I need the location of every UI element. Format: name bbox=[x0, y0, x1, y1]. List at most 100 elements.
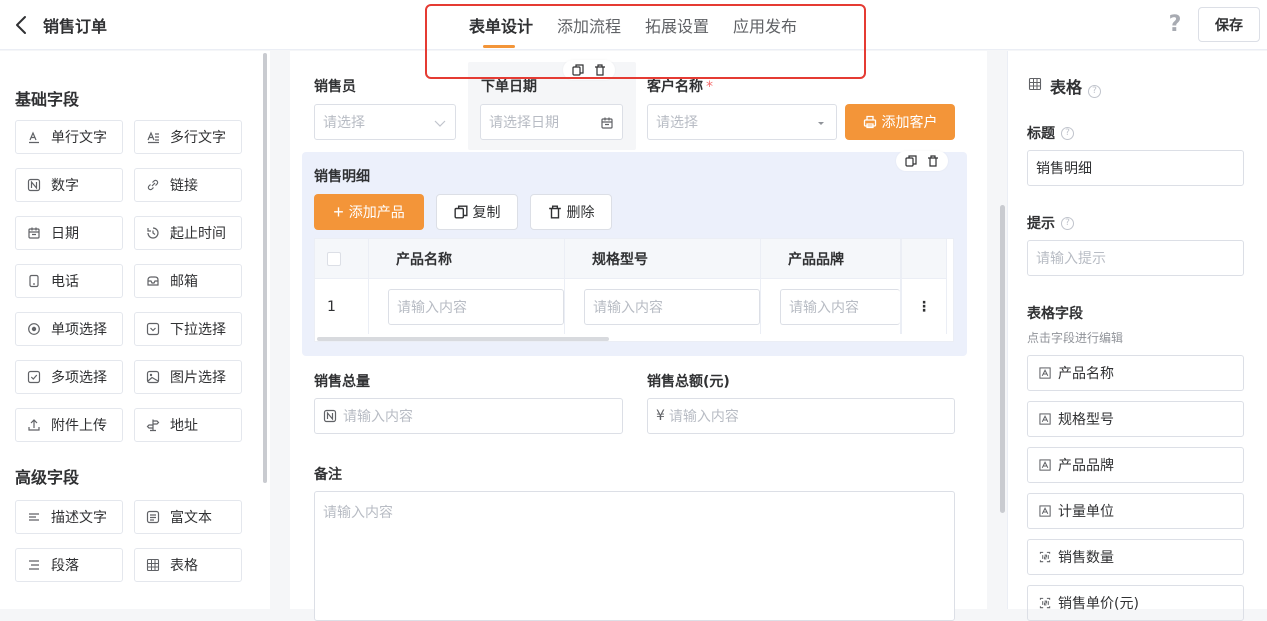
remark-textarea[interactable]: 请输入内容 bbox=[314, 491, 955, 621]
table-column-item[interactable]: 销售单价(元) bbox=[1027, 585, 1244, 621]
help-circle-icon[interactable]: ? bbox=[1061, 216, 1074, 230]
palette-item[interactable]: 数字 bbox=[15, 168, 123, 202]
palette-item[interactable]: 段落 bbox=[15, 548, 123, 582]
salesperson-select[interactable]: 请选择 bbox=[314, 104, 456, 140]
customer-select[interactable]: 请选择 bbox=[647, 104, 837, 140]
column-item-label: 规格型号 bbox=[1058, 412, 1114, 428]
palette-item-label: 下拉选择 bbox=[170, 322, 226, 338]
palette-item[interactable]: 多行文字 bbox=[134, 120, 242, 154]
link-icon bbox=[147, 179, 159, 191]
tab-add-flow[interactable]: 添加流程 bbox=[557, 13, 621, 49]
title-prop-input[interactable]: 销售明细 bbox=[1027, 150, 1244, 186]
description-icon bbox=[29, 513, 39, 521]
help-circle-icon[interactable]: ? bbox=[1088, 84, 1102, 98]
trash-icon[interactable] bbox=[589, 62, 611, 78]
printer-icon bbox=[863, 115, 876, 129]
palette-item-label: 单项选择 bbox=[51, 322, 107, 338]
palette-item[interactable]: 电话 bbox=[15, 264, 123, 298]
cell-input[interactable]: 请输入内容 bbox=[388, 288, 564, 325]
copy-icon[interactable] bbox=[567, 62, 589, 78]
table-column-item[interactable]: 销售数量 bbox=[1027, 539, 1244, 575]
delete-row-button[interactable]: 删除 bbox=[530, 194, 612, 230]
text-field-icon bbox=[1039, 504, 1051, 517]
single-line-text-icon bbox=[29, 131, 39, 144]
table-scrollbar[interactable] bbox=[317, 337, 609, 341]
page-title: 销售订单 bbox=[43, 17, 108, 36]
column-item-label: 销售单价(元) bbox=[1058, 596, 1139, 612]
currency-prefix: ¥ bbox=[656, 408, 665, 424]
hint-prop-input[interactable]: 请输入提示 bbox=[1027, 240, 1244, 276]
column-header: 产品品牌 bbox=[761, 239, 901, 279]
help-circle-icon[interactable]: ? bbox=[1061, 126, 1074, 140]
upload-icon bbox=[28, 419, 40, 431]
palette-item[interactable]: 单项选择 bbox=[15, 312, 123, 346]
dropdown-icon bbox=[146, 322, 160, 336]
total-amount-label: 销售总额(元) bbox=[647, 374, 730, 390]
palette-item[interactable]: 表格 bbox=[134, 548, 242, 582]
copy-icon[interactable] bbox=[900, 153, 922, 169]
palette-item[interactable]: 多项选择 bbox=[15, 360, 123, 394]
palette-item[interactable]: 单行文字 bbox=[15, 120, 123, 154]
total-qty-input[interactable]: 请输入内容 bbox=[314, 398, 623, 434]
text-field-icon bbox=[1039, 458, 1051, 471]
table-column-item[interactable]: 产品品牌 bbox=[1027, 447, 1244, 483]
columns-prop-hint: 点击字段进行编辑 bbox=[1027, 331, 1124, 345]
palette-item[interactable]: 起止时间 bbox=[134, 216, 242, 250]
add-product-button[interactable]: + 添加产品 bbox=[314, 194, 424, 230]
save-button[interactable]: 保存 bbox=[1198, 7, 1260, 42]
palette-item[interactable]: 图片选择 bbox=[134, 360, 242, 394]
address-icon bbox=[146, 419, 160, 432]
tab-app-publish[interactable]: 应用发布 bbox=[733, 13, 797, 49]
paragraph-icon bbox=[29, 560, 39, 570]
palette-item[interactable]: 描述文字 bbox=[15, 500, 123, 534]
back-icon[interactable] bbox=[12, 14, 32, 36]
select-all-checkbox[interactable] bbox=[327, 251, 341, 266]
checkbox-icon bbox=[27, 370, 41, 384]
palette-item[interactable]: 地址 bbox=[134, 408, 242, 442]
caret-down-icon bbox=[818, 122, 824, 125]
trash-icon[interactable] bbox=[922, 153, 944, 169]
total-amount-input[interactable]: ¥ 请输入内容 bbox=[647, 398, 955, 434]
palette-item[interactable]: 富文本 bbox=[134, 500, 242, 534]
table-column-item[interactable]: 计量单位 bbox=[1027, 493, 1244, 529]
copy-row-button[interactable]: 复制 bbox=[436, 194, 518, 230]
order-date-label: 下单日期 bbox=[481, 79, 537, 95]
copy-icon bbox=[453, 205, 468, 219]
cell-input[interactable]: 请输入内容 bbox=[780, 288, 900, 325]
palette-item-label: 日期 bbox=[51, 226, 79, 242]
palette-item-label: 邮箱 bbox=[170, 274, 198, 290]
palette-item-label: 电话 bbox=[51, 274, 79, 290]
row-more-icon[interactable]: ⋮ bbox=[901, 279, 947, 334]
customer-label: 客户名称 * bbox=[647, 79, 713, 95]
palette-item[interactable]: 链接 bbox=[134, 168, 242, 202]
add-customer-button[interactable]: 添加客户 bbox=[845, 104, 955, 140]
table-column-item[interactable]: 规格型号 bbox=[1027, 401, 1244, 437]
palette-item[interactable]: 邮箱 bbox=[134, 264, 242, 298]
designer-tabs: 表单设计 添加流程 拓展设置 应用发布 bbox=[469, 13, 821, 49]
cell-input[interactable]: 请输入内容 bbox=[584, 288, 760, 325]
palette-item-label: 单行文字 bbox=[51, 130, 107, 146]
tab-extended-settings[interactable]: 拓展设置 bbox=[645, 13, 709, 49]
basic-fields-title: 基础字段 bbox=[15, 90, 80, 109]
palette-item[interactable]: 日期 bbox=[15, 216, 123, 250]
advanced-fields-title: 高级字段 bbox=[15, 468, 80, 487]
palette-item-label: 多行文字 bbox=[170, 130, 226, 146]
salesperson-label: 销售员 bbox=[314, 79, 356, 95]
palette-item[interactable]: 下拉选择 bbox=[134, 312, 242, 346]
time-range-icon bbox=[147, 227, 159, 239]
table-column-item[interactable]: 产品名称 bbox=[1027, 355, 1244, 391]
canvas-scrollbar[interactable] bbox=[1000, 205, 1005, 513]
required-mark: * bbox=[706, 79, 713, 95]
text-field-icon bbox=[1039, 366, 1051, 379]
order-date-picker[interactable]: 请选择日期 bbox=[480, 104, 623, 140]
plus-icon: + bbox=[333, 202, 344, 222]
multi-line-text-icon bbox=[147, 131, 159, 144]
column-item-label: 销售数量 bbox=[1058, 550, 1114, 566]
tab-form-design[interactable]: 表单设计 bbox=[469, 13, 533, 49]
help-icon[interactable]: ? bbox=[1164, 12, 1186, 38]
palette-scrollbar[interactable] bbox=[263, 53, 267, 483]
palette-item[interactable]: 附件上传 bbox=[15, 408, 123, 442]
mailbox-icon bbox=[147, 276, 159, 286]
select-all-header bbox=[315, 239, 369, 279]
palette-item-label: 附件上传 bbox=[51, 418, 107, 434]
